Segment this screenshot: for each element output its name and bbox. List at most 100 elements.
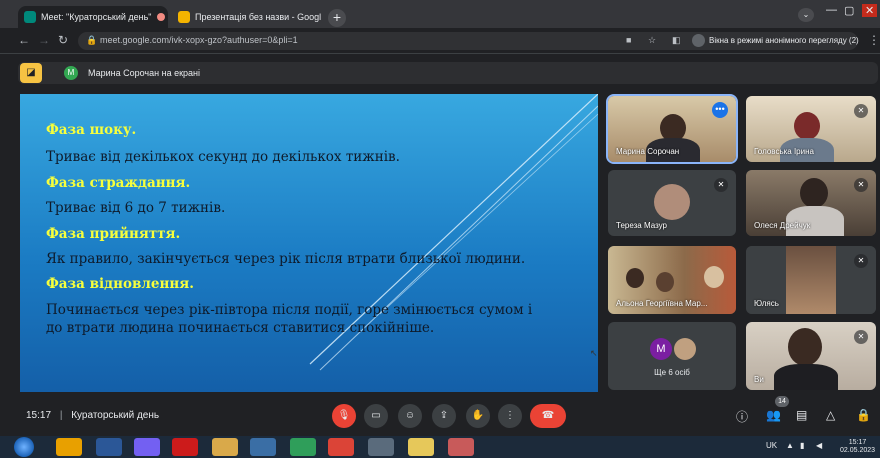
self-tile[interactable]: ✕ Ви bbox=[746, 322, 876, 390]
recording-icon bbox=[157, 13, 166, 21]
camera-toggle-button[interactable]: ▭ bbox=[364, 404, 388, 428]
mic-off-icon: ✕ bbox=[854, 330, 868, 344]
participant-avatar bbox=[654, 184, 690, 220]
minimize-icon[interactable]: — bbox=[826, 4, 837, 16]
participant-tile[interactable]: ✕ Тереза Мазур bbox=[608, 170, 736, 236]
browser-tab-strip: Meet: "Кураторський день" ✕ Презентація … bbox=[0, 0, 880, 28]
taskbar-media-icon[interactable] bbox=[290, 438, 316, 456]
presenter-avatar: М bbox=[64, 66, 78, 80]
url-text: meet.google.com/ivk-xopx-gzo?authuser=0&… bbox=[100, 35, 298, 45]
participant-head bbox=[626, 268, 644, 288]
more-avatar: М bbox=[650, 338, 672, 360]
new-tab-button[interactable]: + bbox=[328, 9, 346, 27]
participant-tile[interactable]: ✕ Олеся Дрейчук bbox=[746, 170, 876, 236]
participant-body bbox=[774, 364, 838, 390]
tab-search-icon[interactable]: ⌄ bbox=[798, 8, 814, 22]
meeting-info: 15:17 | Кураторський день bbox=[26, 410, 159, 421]
incognito-icon bbox=[692, 34, 705, 47]
volume-icon[interactable]: ◀ bbox=[816, 441, 822, 450]
participant-video bbox=[786, 246, 836, 314]
meeting-title: Кураторський день bbox=[71, 410, 160, 421]
slide-text: Починається через рік-півтора після поді… bbox=[46, 302, 533, 318]
leave-call-button[interactable]: ☎ bbox=[530, 404, 566, 428]
taskbar-files-icon[interactable] bbox=[212, 438, 238, 456]
tab-meet[interactable]: Meet: "Кураторський день" ✕ bbox=[18, 6, 168, 28]
bookmark-star-icon[interactable]: ☆ bbox=[648, 35, 656, 46]
participant-name: Тереза Мазур bbox=[616, 221, 667, 230]
sidepanel-icon[interactable]: ◧ bbox=[672, 35, 681, 46]
slide-text: Триває від 6 до 7 тижнів. bbox=[46, 200, 226, 216]
tray-arrow-icon[interactable]: ▲ bbox=[786, 441, 794, 450]
lock-icon: 🔒 bbox=[86, 35, 98, 45]
participant-name: Головська Ірина bbox=[754, 147, 814, 156]
meeting-time: 15:17 bbox=[26, 410, 52, 421]
participant-tile[interactable]: ••• Марина Сорочан bbox=[606, 94, 738, 164]
omnibox[interactable]: 🔒 meet.google.com/ivk-xopx-gzo?authuser=… bbox=[78, 32, 859, 50]
participant-head bbox=[800, 178, 828, 208]
taskbar-notes-icon[interactable] bbox=[408, 438, 434, 456]
more-options-button[interactable]: ⋮ bbox=[498, 404, 522, 428]
mic-off-icon: ✕ bbox=[714, 178, 728, 192]
participant-tile[interactable]: ✕ Головська Ірина bbox=[746, 96, 876, 162]
host-controls-icon[interactable]: 🔒 bbox=[856, 408, 871, 422]
slides-favicon-icon bbox=[178, 11, 190, 23]
mic-toggle-button[interactable]: 🎙 bbox=[332, 404, 356, 428]
participant-head bbox=[788, 328, 822, 366]
close-window-icon[interactable]: ✕ bbox=[862, 4, 878, 17]
network-icon[interactable]: ▮ bbox=[800, 441, 804, 450]
slide-decoration-lines bbox=[309, 94, 598, 371]
browser-menu-icon[interactable]: ⋮ bbox=[868, 33, 880, 47]
more-options-icon[interactable]: ••• bbox=[712, 102, 728, 118]
mic-off-icon: ✕ bbox=[854, 178, 868, 192]
tab-slides[interactable]: Презентація без назви - Googl ✕ bbox=[172, 6, 324, 28]
taskbar-opera-icon[interactable] bbox=[172, 438, 198, 456]
taskbar-viber-icon[interactable] bbox=[134, 438, 160, 456]
language-indicator[interactable]: UK bbox=[766, 441, 777, 450]
slide-heading: Фаза страждання. bbox=[46, 175, 191, 191]
people-icon[interactable]: 👥 bbox=[766, 408, 781, 422]
present-button[interactable]: ⇪ bbox=[432, 404, 456, 428]
taskbar-calculator-icon[interactable] bbox=[368, 438, 394, 456]
more-avatar-photo bbox=[674, 338, 696, 360]
start-button-icon[interactable] bbox=[14, 437, 34, 457]
participant-name: Олеся Дрейчук bbox=[754, 221, 811, 230]
participant-name: Ви bbox=[754, 375, 764, 384]
participant-name: Юлясь bbox=[754, 299, 779, 308]
slide-heading: Фаза прийняття. bbox=[46, 226, 181, 242]
reload-icon[interactable]: ↻ bbox=[58, 33, 68, 47]
taskbar-word-icon[interactable] bbox=[96, 438, 122, 456]
maximize-icon[interactable]: ▢ bbox=[844, 4, 854, 17]
stop-presenting-icon[interactable]: ◪ bbox=[20, 63, 42, 83]
activities-icon[interactable]: △ bbox=[826, 408, 835, 422]
raise-hand-button[interactable]: ✋ bbox=[466, 404, 490, 428]
presenting-text: Марина Сорочан на екрані bbox=[88, 68, 200, 78]
participant-tile-more[interactable]: М Ще 6 осіб bbox=[608, 322, 736, 390]
taskbar-chrome-icon[interactable] bbox=[328, 438, 354, 456]
more-participants-label: Ще 6 осіб bbox=[654, 368, 690, 377]
slide-text: Триває від декількох секунд до декількох… bbox=[46, 149, 400, 165]
meeting-details-icon[interactable]: ⓘ bbox=[736, 408, 748, 425]
meet-favicon-icon bbox=[24, 11, 36, 23]
taskbar-paint-icon[interactable] bbox=[448, 438, 474, 456]
participant-tile[interactable]: Альона Георгіївна Мар... bbox=[608, 246, 736, 314]
back-icon[interactable]: ← bbox=[18, 33, 30, 47]
people-count-badge: 14 bbox=[775, 396, 789, 407]
forward-icon[interactable]: → bbox=[38, 33, 50, 47]
presentation-slide: Фаза шоку. Триває від декількох секунд д… bbox=[20, 94, 598, 392]
reactions-button[interactable]: ☺ bbox=[398, 404, 422, 428]
taskbar-mail-icon[interactable] bbox=[250, 438, 276, 456]
mic-off-icon: ✕ bbox=[854, 104, 868, 118]
chat-icon[interactable]: ▤ bbox=[796, 408, 807, 422]
mouse-cursor-icon: ↖ bbox=[590, 348, 598, 358]
participant-head bbox=[794, 112, 820, 140]
tab-meet-title: Meet: "Кураторський день" bbox=[41, 12, 152, 22]
participant-name: Марина Сорочан bbox=[616, 147, 680, 156]
participant-tile[interactable]: ✕ Юлясь bbox=[746, 246, 876, 314]
taskbar-app-icon[interactable] bbox=[56, 438, 82, 456]
incognito-indicator[interactable]: Вікна в режимі анонімного перегляду (2) bbox=[692, 34, 859, 47]
system-clock[interactable]: 15:17 02.05.2023 bbox=[840, 439, 875, 455]
meeting-controls-bar: 15:17 | Кураторський день 🎙 ▭ ☺ ⇪ ✋ ⋮ ☎ … bbox=[0, 396, 880, 432]
separator: | bbox=[59, 410, 63, 421]
camera-icon[interactable]: ■ bbox=[626, 35, 631, 45]
presenting-banner: ◪ М Марина Сорочан на екрані bbox=[18, 62, 878, 84]
